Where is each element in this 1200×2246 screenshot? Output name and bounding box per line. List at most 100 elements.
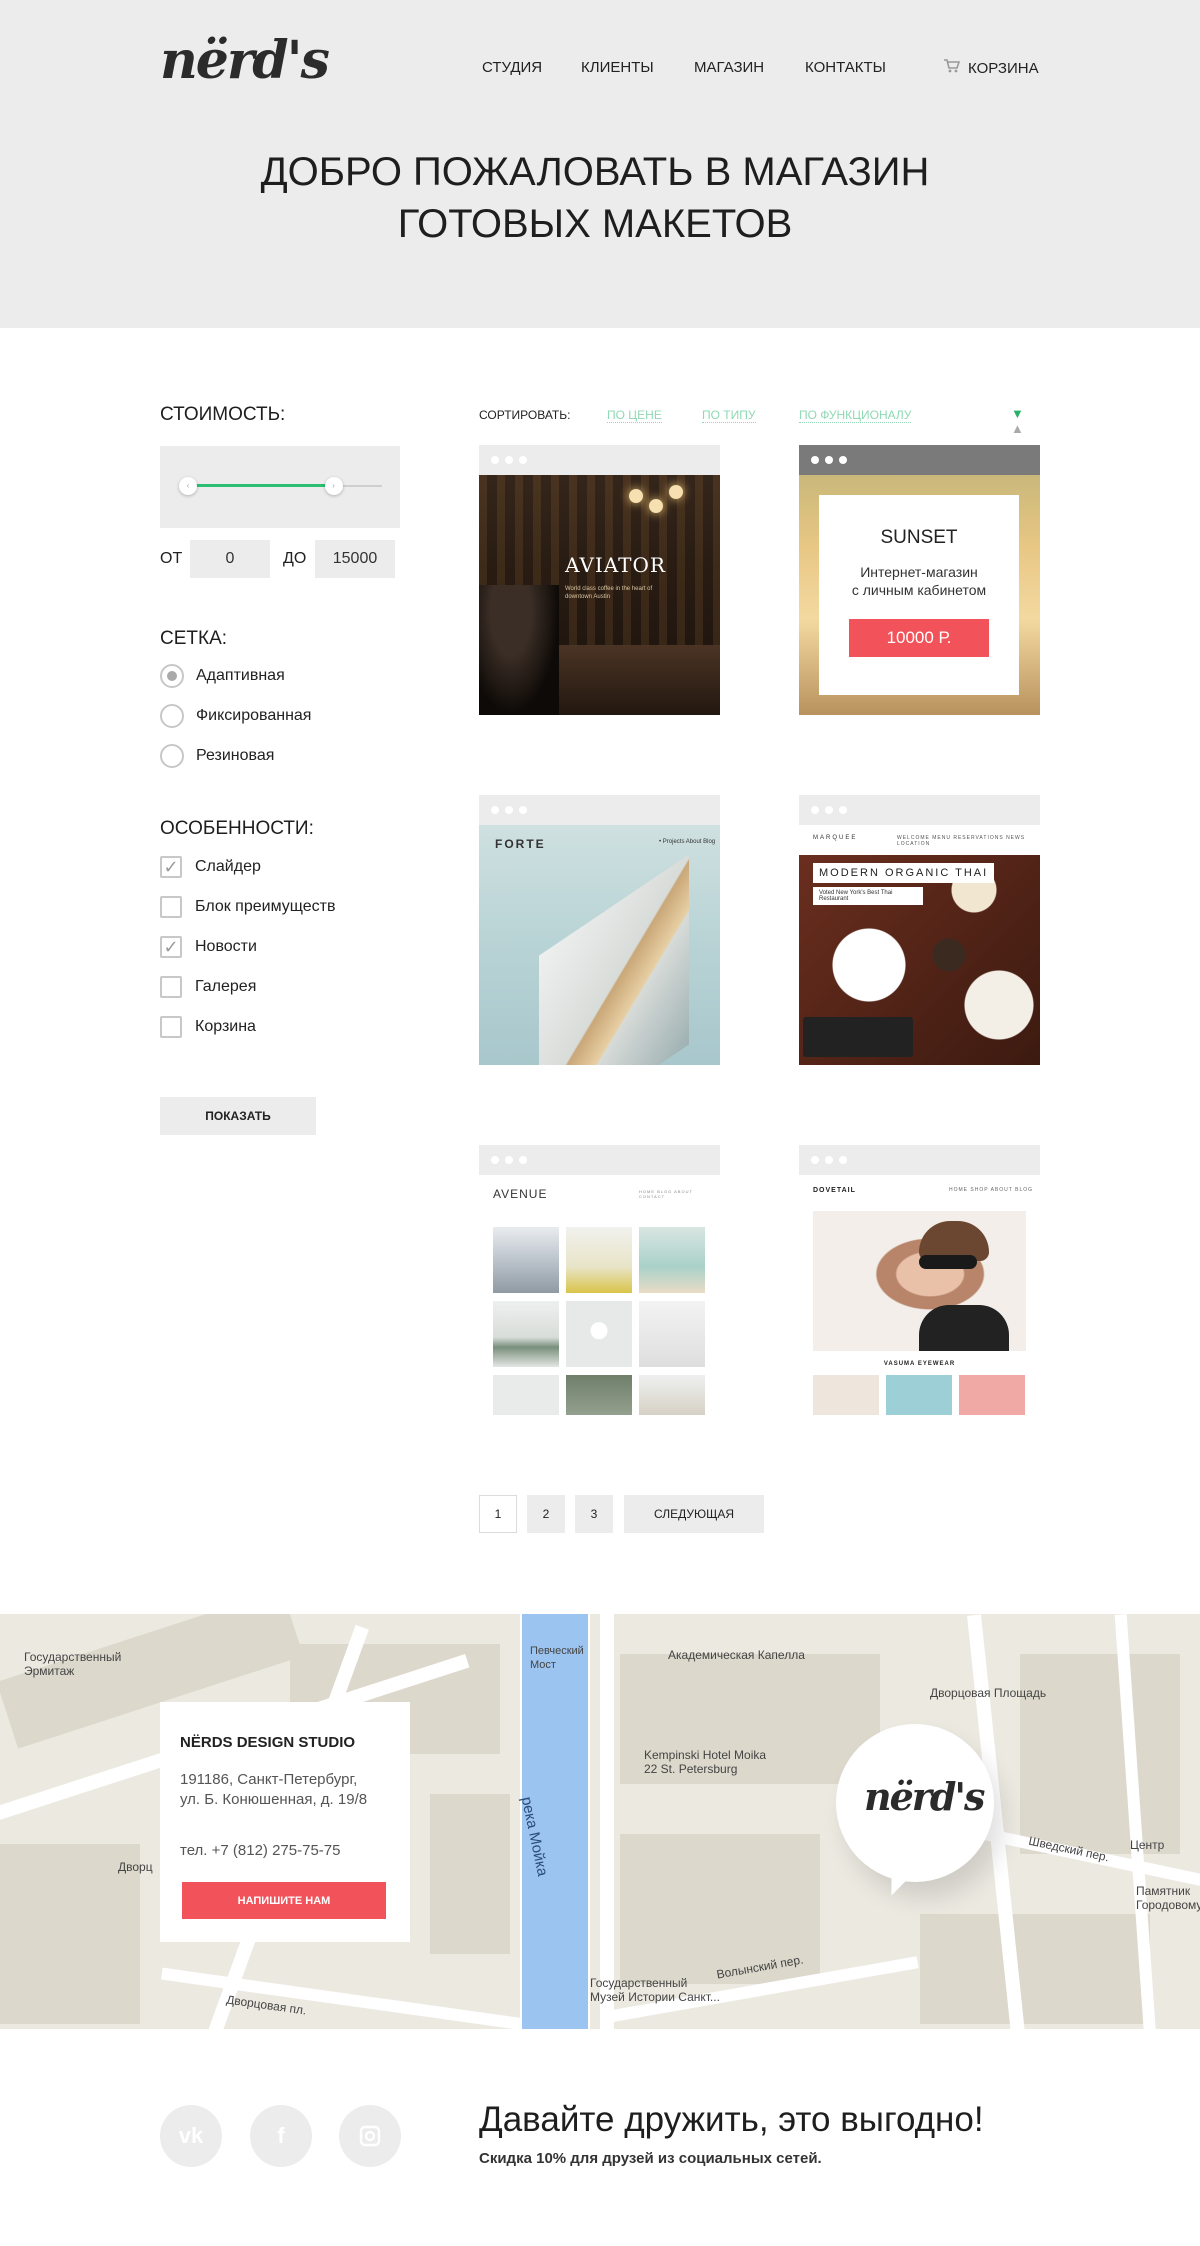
checkbox[interactable]: ✓ <box>160 856 182 878</box>
browser-bar <box>799 795 1040 825</box>
checkbox[interactable]: ✓ <box>160 936 182 958</box>
aviator-tagline: World class coffee in the heart of downt… <box>565 586 653 600</box>
thai-headline: MODERN ORGANIC THAI <box>813 863 995 883</box>
price-slider[interactable]: ‹ › <box>160 446 400 528</box>
slider-max-handle[interactable]: › <box>324 477 343 495</box>
page-3-button[interactable]: 3 <box>575 1495 613 1533</box>
product-info-panel: SUNSET Интернет-магазин с личным кабинето… <box>819 495 1019 695</box>
checkbox-slider[interactable]: ✓ Слайдер <box>160 856 261 878</box>
facebook-icon[interactable]: f <box>250 2105 312 2167</box>
next-page-button[interactable]: СЛЕДУЮЩАЯ <box>624 1495 764 1533</box>
price-from-input[interactable] <box>190 540 270 578</box>
product-card-aviator[interactable]: AVIATOR World class coffee in the heart … <box>479 445 720 715</box>
product-name: SUNSET <box>880 527 958 548</box>
location-map[interactable]: Государственный Эрмитаж Певческий Мост А… <box>0 1614 1200 2029</box>
sort-by-function[interactable]: ПО ФУНКЦИОНАЛУ <box>799 408 912 423</box>
radio-button[interactable] <box>160 704 184 728</box>
dovetail-caption: VASUMA EYEWEAR <box>883 1361 956 1367</box>
map-label-hermitage: Государственный Эрмитаж <box>24 1650 122 1678</box>
cart-link[interactable]: КОРЗИНА <box>944 59 1039 77</box>
sort-by-type[interactable]: ПО ТИПУ <box>702 408 756 423</box>
browser-bar <box>479 1145 720 1175</box>
product-preview: FORTE • Projects About Blog <box>479 825 720 1065</box>
price-button[interactable]: 10000 Р. <box>849 619 989 657</box>
product-card-sunset[interactable]: SUNSET Интернет-магазин с личным кабинето… <box>799 445 1040 715</box>
map-label-bridge: Певческий Мост <box>530 1645 584 1671</box>
slider-range-fill <box>188 484 334 487</box>
price-heading: СТОИМОСТЬ: <box>160 404 286 425</box>
product-card-thai[interactable]: MARQUEE WELCOME MENU RESERVATIONS NEWS L… <box>799 795 1040 1065</box>
product-preview: AVENUE HOME BLOG ABOUT CONTACT <box>479 1175 720 1415</box>
dovetail-menu: HOME SHOP ABOUT BLOG <box>949 1187 1033 1193</box>
browser-bar <box>799 445 1040 475</box>
nav-clients[interactable]: КЛИЕНТЫ <box>581 59 654 76</box>
map-label-square: Дворцовая Площадь <box>930 1686 1047 1700</box>
header: nërd's СТУДИЯ КЛИЕНТЫ МАГАЗИН КОНТАКТЫ К… <box>0 0 1200 328</box>
avenue-brand: AVENUE <box>493 1187 548 1201</box>
checkbox-label: Слайдер <box>195 858 261 875</box>
page-2-button[interactable]: 2 <box>527 1495 565 1533</box>
forte-menu: • Projects About Blog <box>659 839 716 845</box>
cart-label: КОРЗИНА <box>968 59 1039 77</box>
sort-desc-icon[interactable]: ▼ <box>1011 406 1024 421</box>
radio-fluid[interactable]: Резиновая <box>160 744 274 768</box>
page-title: ДОБРО ПОЖАЛОВАТЬ В МАГАЗИН ГОТОВЫХ МАКЕТ… <box>0 146 1190 250</box>
contact-us-button[interactable]: НАПИШИТЕ НАМ <box>182 1882 386 1919</box>
product-card-avenue[interactable]: AVENUE HOME BLOG ABOUT CONTACT <box>479 1145 720 1415</box>
page-title-line2: ГОТОВЫХ МАКЕТОВ <box>397 202 793 246</box>
checkbox[interactable] <box>160 976 182 998</box>
product-preview: DOVETAIL HOME SHOP ABOUT BLOG VASUMA EYE… <box>799 1175 1040 1415</box>
radio-button[interactable] <box>160 744 184 768</box>
studio-name: NЁRDS DESIGN STUDIO <box>180 1734 356 1751</box>
product-card-dovetail[interactable]: DOVETAIL HOME SHOP ABOUT BLOG VASUMA EYE… <box>799 1145 1040 1415</box>
price-range-inputs: ОТ ДО <box>160 540 400 578</box>
checkbox-gallery[interactable]: Галерея <box>160 976 256 998</box>
dovetail-brand: DOVETAIL <box>813 1187 856 1194</box>
nav-shop[interactable]: МАГАЗИН <box>694 59 764 76</box>
product-preview: MARQUEE WELCOME MENU RESERVATIONS NEWS L… <box>799 825 1040 1065</box>
map-label-capella: Академическая Капелла <box>668 1648 805 1662</box>
thai-brand: MARQUEE <box>813 835 858 841</box>
radio-button[interactable] <box>160 664 184 688</box>
slider-min-handle[interactable]: ‹ <box>179 477 197 495</box>
studio-address: 191186, Санкт-Петербург, ул. Б. Конюшенна… <box>180 1771 368 1808</box>
checkbox-label: Корзина <box>195 1018 256 1035</box>
sort-bar: СОРТИРОВАТЬ: ПО ЦЕНЕ ПО ТИПУ ПО ФУНКЦИОН… <box>479 406 1039 436</box>
price-to-input[interactable] <box>315 540 395 578</box>
radio-adaptive[interactable]: Адаптивная <box>160 664 285 688</box>
nav-contacts[interactable]: КОНТАКТЫ <box>805 59 886 76</box>
product-card-forte[interactable]: FORTE • Projects About Blog <box>479 795 720 1065</box>
page-1-button[interactable]: 1 <box>479 1495 517 1533</box>
checkbox-label: Новости <box>195 938 257 955</box>
instagram-icon[interactable] <box>339 2105 401 2167</box>
checkbox-cart[interactable]: Корзина <box>160 1016 256 1038</box>
map-label-museum: Государственный Музей Истории Санкт... <box>590 1976 720 2004</box>
avenue-menu: HOME BLOG ABOUT CONTACT <box>639 1189 693 1199</box>
logo[interactable]: nërd's <box>160 30 330 91</box>
checkbox[interactable] <box>160 896 182 918</box>
map-label-center: Центр <box>1130 1838 1165 1852</box>
page-title-line1: ДОБРО ПОЖАЛОВАТЬ В МАГАЗИН <box>260 150 930 194</box>
grid-heading: СЕТКА: <box>160 628 228 649</box>
checkbox[interactable] <box>160 1016 182 1038</box>
radio-label: Резиновая <box>196 747 275 764</box>
checkbox-news[interactable]: ✓ Новости <box>160 936 257 958</box>
sort-asc-icon[interactable]: ▲ <box>1011 421 1024 436</box>
radio-fixed[interactable]: Фиксированная <box>160 704 311 728</box>
nav-studio[interactable]: СТУДИЯ <box>482 59 542 76</box>
show-button[interactable]: ПОКАЗАТЬ <box>160 1097 316 1135</box>
checkbox-label: Галерея <box>195 978 257 995</box>
sort-label: СОРТИРОВАТЬ: <box>479 408 571 422</box>
browser-bar <box>479 445 720 475</box>
map-label-monument: Памятник Городовому <box>1136 1884 1200 1912</box>
product-preview: AVIATOR World class coffee in the heart … <box>479 475 720 715</box>
social-subheading: Скидка 10% для друзей из социальных сете… <box>479 2150 822 2167</box>
sort-direction[interactable]: ▼ ▲ <box>1011 406 1039 436</box>
filter-sidebar: СТОИМОСТЬ: ‹ › ОТ ДО СЕТКА: Адаптивная Ф… <box>160 404 400 1135</box>
vk-icon[interactable]: vk <box>160 2105 222 2167</box>
sort-by-price[interactable]: ПО ЦЕНЕ <box>607 408 662 423</box>
checkbox-benefits[interactable]: Блок преимуществ <box>160 896 335 918</box>
browser-bar <box>799 1145 1040 1175</box>
map-marker[interactable]: nërd's <box>836 1724 994 1903</box>
cart-icon <box>944 59 961 77</box>
